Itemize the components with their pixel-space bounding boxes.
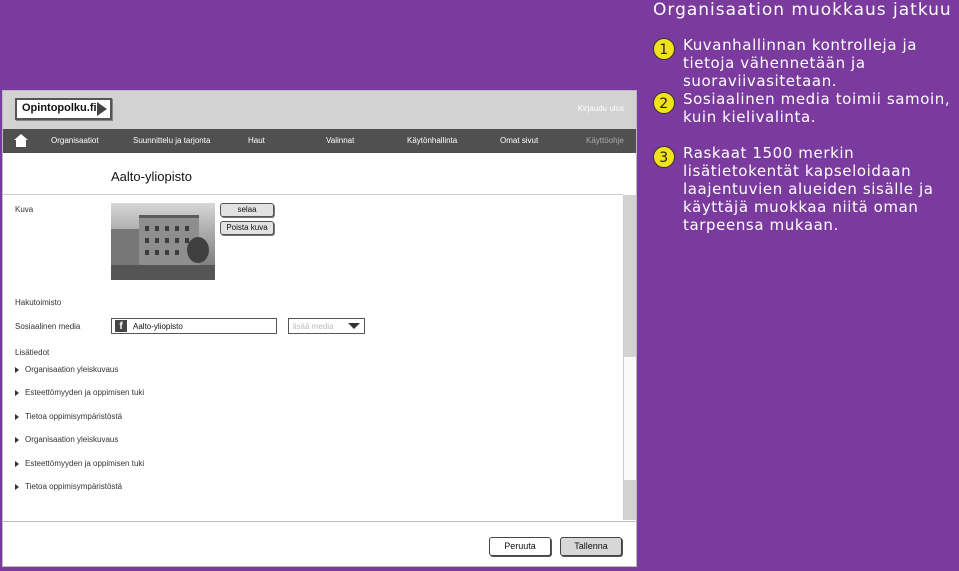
accordion-item[interactable]: Organisaation yleiskuvaus [15, 365, 118, 374]
extra-info-label: Lisätiedot [15, 348, 50, 357]
chevron-down-icon [348, 323, 360, 329]
header-bar: Opintopolku.fi Kirjaudu ulos [3, 91, 636, 129]
number-badge-2: 2 [653, 92, 675, 114]
annotation-text-2: Sosiaalinen media toimii samoin, kuin ki… [683, 90, 951, 126]
save-button[interactable]: Tallenna [560, 537, 622, 556]
image-label: Kuva [15, 205, 34, 214]
accordion-item[interactable]: Tietoa oppimisympäristöstä [15, 412, 122, 421]
nav-item-omat-sivut[interactable]: Omat sivut [500, 136, 538, 145]
page-title: Aalto-yliopisto [111, 169, 192, 184]
social-media-label: Sosiaalinen media [15, 322, 81, 331]
scrollbar-thumb-bottom[interactable] [624, 480, 636, 520]
logout-link[interactable]: Kirjaudu ulos [578, 104, 624, 113]
accordion-item[interactable]: Organisaation yleiskuvaus [15, 435, 118, 444]
nav-item-valinnat[interactable]: Valinnat [326, 136, 354, 145]
expand-arrow-icon [15, 414, 19, 420]
number-badge-1: 1 [653, 38, 675, 60]
add-media-placeholder: lisää media [293, 322, 334, 331]
opintopolku-logo[interactable]: Opintopolku.fi [15, 98, 112, 120]
annotation-note-3: 3 Raskaat 1500 merkin lisätietokentät ka… [653, 144, 959, 234]
accordion-item[interactable]: Esteettömyyden ja oppimisen tuki [15, 459, 144, 468]
social-media-value: Aalto-yliopisto [133, 322, 183, 331]
facebook-icon: f [115, 320, 127, 332]
expand-arrow-icon [15, 367, 19, 373]
add-media-select[interactable]: lisää media [288, 318, 365, 334]
expand-arrow-icon [15, 484, 19, 490]
cancel-button[interactable]: Peruuta [489, 537, 551, 556]
nav-item-kayttoohje[interactable]: Käyttöohje [586, 136, 624, 145]
nav-item-haut[interactable]: Haut [248, 136, 265, 145]
wireframe-window: Opintopolku.fi Kirjaudu ulos Organisaati… [2, 90, 637, 567]
logo-arrow-icon [97, 102, 107, 116]
annotation-title: Organisaation muokkaus jatkuu [653, 0, 952, 20]
accordion-item[interactable]: Tietoa oppimisympäristöstä [15, 482, 122, 491]
nav-item-kaytonhallinta[interactable]: Käytönhallinta [407, 136, 457, 145]
home-icon[interactable] [14, 134, 28, 147]
annotation-note-1: 1 Kuvanhallinnan kontrolleja ja tietoja … [653, 36, 959, 90]
organisation-photo [111, 203, 215, 280]
remove-image-button[interactable]: Poista kuva [220, 221, 274, 235]
nav-item-suunnittelu[interactable]: Suunnittelu ja tarjonta [133, 136, 210, 145]
main-nav: Organisaatiot Suunnittelu ja tarjonta Ha… [3, 129, 636, 153]
expand-arrow-icon [15, 437, 19, 443]
scrollbar-thumb-top[interactable] [624, 195, 636, 357]
expand-arrow-icon [15, 461, 19, 467]
annotation-note-2: 2 Sosiaalinen media toimii samoin, kuin … [653, 90, 959, 126]
vertical-scrollbar[interactable] [623, 195, 636, 520]
footer-divider [3, 521, 636, 522]
number-badge-3: 3 [653, 146, 675, 168]
social-media-input[interactable]: f Aalto-yliopisto [111, 318, 277, 334]
annotation-text-1: Kuvanhallinnan kontrolleja ja tietoja vä… [683, 36, 918, 90]
browse-button[interactable]: selaa [220, 203, 274, 217]
nav-item-organisaatiot[interactable]: Organisaatiot [51, 136, 99, 145]
logo-text: Opintopolku.fi [22, 102, 97, 114]
annotation-text-3: Raskaat 1500 merkin lisätietokentät kaps… [683, 144, 934, 234]
title-divider [3, 194, 623, 195]
accordion-item[interactable]: Esteettömyyden ja oppimisen tuki [15, 388, 144, 397]
expand-arrow-icon [15, 390, 19, 396]
office-label: Hakutoimisto [15, 298, 62, 307]
